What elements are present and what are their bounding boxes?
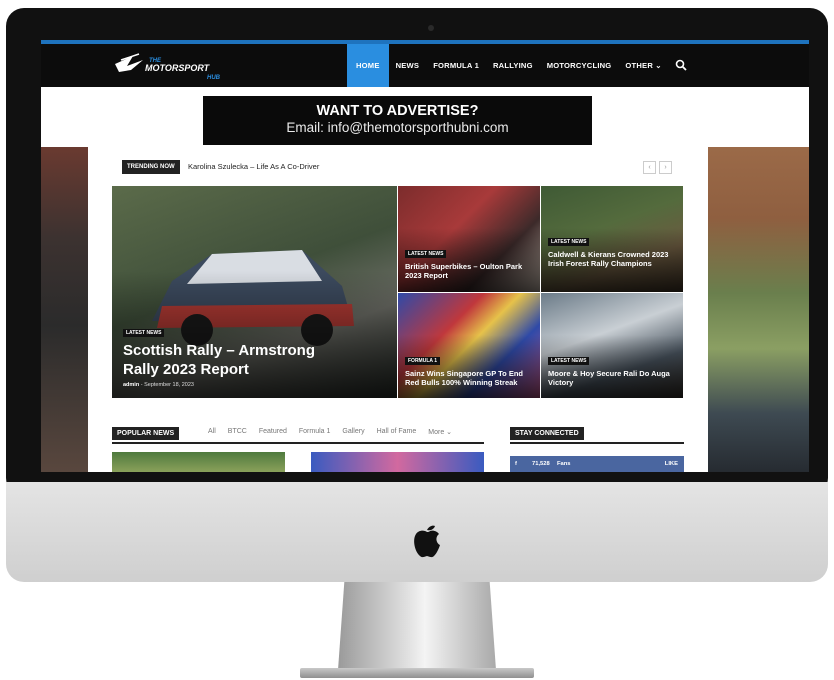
navbar: THE MOTORSPORT HUB HOME NEWS FORMULA 1 R… — [41, 44, 809, 87]
featured-main-tile[interactable]: LATEST NEWS Scottish Rally – Armstrong R… — [112, 186, 397, 398]
trending-prev-button[interactable]: ‹ — [643, 161, 656, 174]
imac-stand — [338, 582, 496, 670]
featured-tile-title[interactable]: British Superbikes – Oulton Park 2023 Re… — [405, 262, 537, 281]
facebook-fan-count: 71,528 — [532, 461, 550, 467]
tab-formula-1[interactable]: Formula 1 — [299, 428, 331, 436]
post-meta: admin - September 18, 2023 — [123, 382, 194, 388]
tab-btcc[interactable]: BTCC — [228, 428, 247, 436]
trending-headline[interactable]: Karolina Szulecka – Life As A Co-Driver — [188, 160, 319, 174]
popular-news-header: POPULAR NEWS All BTCC Featured Formula 1… — [112, 424, 484, 444]
apple-logo-icon — [414, 525, 440, 558]
tab-hall-of-fame[interactable]: Hall of Fame — [377, 428, 417, 436]
featured-tile[interactable]: LATEST NEWS Moore & Hoy Secure Rali Do A… — [541, 293, 683, 398]
featured-tile[interactable]: LATEST NEWS Caldwell & Kierans Crowned 2… — [541, 186, 683, 292]
facebook-icon: f — [515, 461, 517, 467]
trending-label: TRENDING NOW — [122, 160, 180, 174]
featured-tile-title[interactable]: Caldwell & Kierans Crowned 2023 Irish Fo… — [548, 250, 680, 269]
background-image-left — [41, 147, 88, 472]
advertise-email: Email: info@themotorsporthubni.com — [286, 120, 509, 135]
screen: THE MOTORSPORT HUB HOME NEWS FORMULA 1 R… — [41, 40, 809, 472]
imac-stand-base — [300, 668, 534, 678]
featured-main-title[interactable]: Scottish Rally – Armstrong Rally 2023 Re… — [123, 342, 343, 380]
logo-text-main: MOTORSPORT — [145, 63, 211, 73]
post-date: - September 18, 2023 — [140, 382, 194, 388]
category-badge[interactable]: LATEST NEWS — [405, 250, 447, 258]
trending-arrows: ‹ › — [643, 161, 672, 174]
tile-shade — [541, 335, 683, 398]
nav-item-motorcycling[interactable]: MOTORCYCLING — [540, 44, 619, 87]
post-author[interactable]: admin — [123, 382, 139, 388]
nav-item-formula-1[interactable]: FORMULA 1 — [426, 44, 486, 87]
stay-connected-header: STAY CONNECTED — [510, 424, 684, 444]
nav-item-home[interactable]: HOME — [347, 44, 389, 87]
facebook-fan-unit: Fans — [557, 461, 571, 467]
tab-featured[interactable]: Featured — [259, 428, 287, 436]
site-logo[interactable]: THE MOTORSPORT HUB — [113, 48, 243, 84]
advertise-title: WANT TO ADVERTISE? — [316, 103, 479, 119]
nav-item-rallying[interactable]: RALLYING — [486, 44, 540, 87]
popular-news-tabs: All BTCC Featured Formula 1 Gallery Hall… — [208, 428, 452, 436]
advertise-banner[interactable]: WANT TO ADVERTISE? Email: info@themotors… — [203, 96, 592, 145]
tab-more[interactable]: More ⌄ — [428, 428, 452, 436]
category-badge[interactable]: LATEST NEWS — [548, 238, 590, 246]
featured-tile-title[interactable]: Sainz Wins Singapore GP To End Red Bulls… — [405, 369, 537, 388]
search-icon[interactable] — [675, 59, 687, 71]
featured-tile[interactable]: LATEST NEWS British Superbikes – Oulton … — [398, 186, 540, 292]
background-image-right — [708, 147, 809, 472]
trending-next-button[interactable]: › — [659, 161, 672, 174]
tile-shade — [398, 228, 540, 292]
popular-news-label: POPULAR NEWS — [112, 427, 180, 440]
category-badge[interactable]: FORMULA 1 — [405, 357, 440, 365]
popular-news-thumbnail[interactable] — [112, 452, 285, 472]
facebook-like-button[interactable]: LIKE — [665, 456, 678, 472]
nav-item-news[interactable]: NEWS — [389, 44, 427, 87]
category-badge[interactable]: LATEST NEWS — [548, 357, 590, 365]
main-nav: HOME NEWS FORMULA 1 RALLYING MOTORCYCLIN… — [347, 44, 687, 87]
tab-all[interactable]: All — [208, 428, 216, 436]
popular-news-thumbnail[interactable] — [311, 452, 484, 472]
featured-tile[interactable]: FORMULA 1 Sainz Wins Singapore GP To End… — [398, 293, 540, 398]
camera-icon — [428, 25, 434, 31]
stay-connected-label: STAY CONNECTED — [510, 427, 584, 440]
logo-text-sub: HUB — [207, 75, 221, 81]
featured-tile-title[interactable]: Moore & Hoy Secure Rali Do Auga Victory — [548, 369, 680, 388]
facebook-fans-bar[interactable]: f 71,528 Fans LIKE — [510, 456, 684, 472]
nav-item-other[interactable]: OTHER ⌄ — [618, 44, 668, 87]
category-badge[interactable]: LATEST NEWS — [123, 329, 165, 337]
tile-shade — [398, 335, 540, 398]
tab-gallery[interactable]: Gallery — [342, 428, 364, 436]
